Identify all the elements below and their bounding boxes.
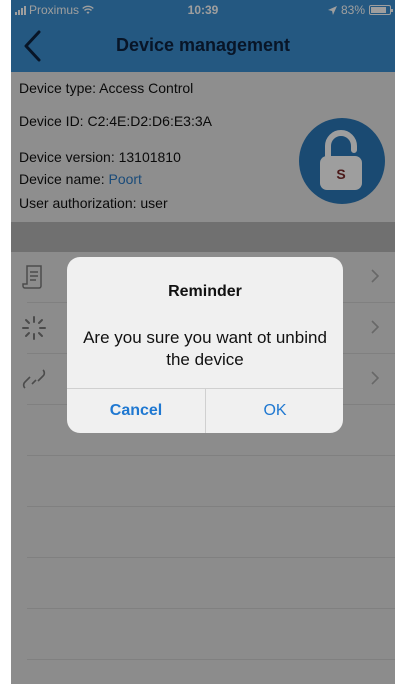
phone-screen: Proximus 10:39 83% Device management Dev… [11, 0, 395, 684]
cancel-button[interactable]: Cancel [67, 388, 205, 433]
dialog-title: Reminder [168, 283, 242, 300]
dialog-message: Are you sure you want ot unbind the devi… [83, 328, 327, 369]
ok-button[interactable]: OK [206, 388, 343, 433]
reminder-dialog: Reminder Are you sure you want ot unbind… [67, 257, 343, 433]
